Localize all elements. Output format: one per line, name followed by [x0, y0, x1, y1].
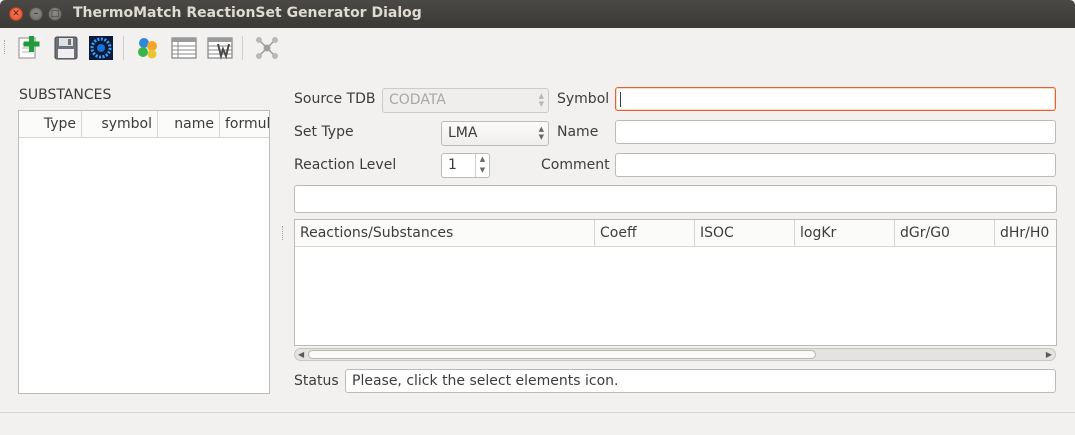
reaction-level-spinbox[interactable]: 1 ▲ ▼	[441, 153, 490, 178]
set-type-value: LMA	[448, 125, 478, 141]
description-input[interactable]	[294, 185, 1057, 213]
reactions-horizontal-scrollbar[interactable]: ◀ ▶	[294, 348, 1056, 361]
reaction-level-value: 1	[448, 157, 457, 173]
column-header-logkr[interactable]: logKr	[795, 220, 895, 246]
symbol-input[interactable]	[615, 87, 1056, 111]
source-tdb-select[interactable]: CODATA ▲ ▼	[382, 88, 549, 113]
column-header-dgr-g0[interactable]: dGr/G0	[895, 220, 995, 246]
substances-label: SUBSTANCES	[19, 87, 112, 103]
name-input[interactable]	[615, 120, 1056, 144]
save-button[interactable]	[53, 35, 79, 61]
network-graph-icon	[256, 37, 278, 59]
window-maximize-button[interactable]: □	[48, 7, 62, 21]
column-header-coeff[interactable]: Coeff	[595, 220, 695, 246]
header-divider	[295, 246, 1056, 247]
source-tdb-label: Source TDB	[294, 91, 376, 107]
column-header-reactions[interactable]: Reactions/Substances	[295, 220, 595, 246]
window-title: ThermoMatch ReactionSet Generator Dialog	[73, 5, 422, 21]
network-graph-button[interactable]	[254, 35, 280, 61]
text-cursor	[620, 92, 621, 107]
toolbar-separator	[123, 36, 124, 60]
source-tdb-value: CODATA	[389, 92, 446, 108]
scroll-right-icon[interactable]: ▶	[1046, 348, 1052, 361]
save-icon	[54, 36, 78, 60]
close-icon: ✕	[12, 9, 20, 19]
column-header-name[interactable]: name	[158, 111, 220, 137]
substances-icon	[138, 38, 157, 59]
calculate-table-icon	[207, 37, 233, 60]
spin-up-button[interactable]: ▲	[476, 154, 489, 165]
reaction-level-label: Reaction Level	[294, 157, 397, 173]
title-bar: ✕ – □ ThermoMatch ReactionSet Generator …	[0, 0, 1075, 28]
spin-down-button[interactable]: ▼	[476, 165, 489, 176]
symbol-label: Symbol	[557, 91, 610, 107]
column-header-formula[interactable]: formula	[220, 111, 269, 137]
toolbar-grip[interactable]	[4, 40, 7, 54]
set-type-label: Set Type	[294, 124, 354, 140]
select-elements-button[interactable]	[88, 35, 114, 61]
scrollbar-thumb[interactable]	[308, 350, 816, 359]
status-message: Please, click the select elements icon.	[352, 373, 619, 389]
column-header-isoc[interactable]: ISOC	[695, 220, 795, 246]
scroll-left-icon[interactable]: ◀	[298, 348, 304, 361]
maximize-icon: □	[50, 9, 60, 19]
table-view-button[interactable]	[171, 35, 197, 61]
set-type-select[interactable]: LMA ▲ ▼	[441, 121, 549, 146]
column-header-dhr-h0[interactable]: dHr/H0	[995, 220, 1056, 246]
window-close-button[interactable]: ✕	[9, 7, 23, 21]
chevron-updown-icon: ▲ ▼	[538, 125, 544, 141]
name-label: Name	[557, 124, 599, 140]
header-divider	[19, 137, 269, 138]
status-field: Please, click the select elements icon.	[345, 369, 1056, 393]
column-header-symbol[interactable]: symbol	[82, 111, 158, 137]
splitter-handle[interactable]	[282, 226, 285, 240]
table-icon	[171, 37, 197, 59]
comment-label: Comment	[541, 157, 610, 173]
status-label: Status	[294, 373, 339, 389]
new-record-icon	[18, 36, 40, 59]
comment-input[interactable]	[615, 153, 1056, 177]
substances-table[interactable]: Type symbol name formula	[18, 110, 270, 394]
chevron-updown-icon: ▲ ▼	[538, 92, 544, 108]
new-record-button[interactable]	[16, 35, 42, 61]
substances-button[interactable]	[135, 35, 161, 61]
toolbar-separator	[242, 36, 243, 60]
window-minimize-button[interactable]: –	[29, 7, 43, 21]
column-header-type[interactable]: Type	[19, 111, 82, 137]
minimize-icon: –	[33, 9, 39, 19]
calculate-table-button[interactable]	[207, 35, 233, 61]
reactions-table[interactable]: Reactions/Substances Coeff ISOC logKr dG…	[294, 219, 1057, 346]
status-bar-divider	[0, 412, 1075, 413]
select-elements-icon	[89, 36, 113, 60]
